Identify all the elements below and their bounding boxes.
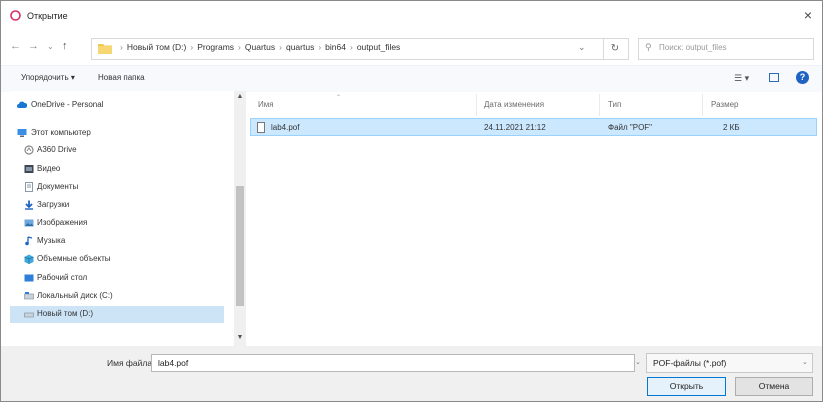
file-list: ⌃ Имя Дата изменения Тип Размер lab4.pof… xyxy=(241,91,821,346)
breadcrumb-separator-icon: › xyxy=(120,42,123,52)
a360-drive-icon xyxy=(24,145,34,155)
3d-objects-folder-icon xyxy=(24,254,34,264)
dialog-footer: Имя файла: lab4.pof ⌄ POF-файлы (*.pof) … xyxy=(1,346,822,401)
nav-item-pictures[interactable]: Изображения xyxy=(10,215,224,232)
nav-item-onedrive[interactable]: OneDrive - Personal xyxy=(10,97,224,114)
column-divider[interactable] xyxy=(599,94,600,116)
breadcrumb-item[interactable]: bin64 xyxy=(325,42,346,52)
refresh-icon[interactable]: ↻ xyxy=(602,38,629,60)
column-header-type[interactable]: Тип xyxy=(608,100,621,109)
breadcrumb-item[interactable]: Новый том (D:) xyxy=(127,42,187,52)
back-arrow-icon[interactable]: ← xyxy=(10,40,21,52)
breadcrumb-separator-icon: › xyxy=(279,42,282,52)
nav-item-new-volume-d[interactable]: Новый том (D:) xyxy=(10,306,224,323)
drive-icon xyxy=(24,312,34,318)
nav-item-label: Рабочий стол xyxy=(37,273,88,282)
window-title: Открытие xyxy=(27,11,68,21)
filename-input[interactable]: lab4.pof xyxy=(151,354,635,372)
nav-item-label: Документы xyxy=(37,182,79,191)
breadcrumb-separator-icon: › xyxy=(318,42,322,52)
file-name: lab4.pof xyxy=(271,123,300,132)
filename-label: Имя файла: xyxy=(107,358,155,368)
filter-value: POF-файлы (*.pof) xyxy=(653,358,727,368)
drive-icon xyxy=(24,292,34,300)
nav-item-local-disk-c[interactable]: Локальный диск (C:) xyxy=(10,288,224,305)
nav-item-a360-drive[interactable]: A360 Drive xyxy=(10,142,224,159)
forward-arrow-icon[interactable]: → xyxy=(28,40,39,52)
documents-folder-icon xyxy=(25,182,33,192)
nav-item-video[interactable]: Видео xyxy=(10,161,224,178)
address-bar[interactable]: › Новый том (D:) › Programs › Quartus › quartus… xyxy=(91,38,604,60)
nav-item-label: Изображения xyxy=(37,218,88,227)
video-folder-icon xyxy=(24,165,34,173)
organize-button[interactable]: Упорядочить ▾ xyxy=(21,73,75,82)
preview-pane-icon[interactable] xyxy=(769,73,779,82)
column-header-modified[interactable]: Дата изменения xyxy=(484,100,544,109)
breadcrumb-separator-icon: › xyxy=(238,42,241,52)
nav-item-label: Видео xyxy=(37,164,61,173)
title-bar: Открытие × xyxy=(1,1,822,31)
view-options-icon[interactable]: ☰ ▾ xyxy=(734,73,749,84)
search-placeholder: Поиск: output_files xyxy=(659,43,727,52)
nav-item-label: Локальный диск (C:) xyxy=(37,291,113,300)
nav-item-this-pc[interactable]: Этот компьютер xyxy=(10,125,224,142)
breadcrumb-separator-icon: › xyxy=(349,42,353,52)
column-divider[interactable] xyxy=(476,94,477,116)
open-file-dialog: Открытие × ← → ⌄ ↑ › Новый том (D:) › Progr… xyxy=(0,0,823,402)
new-folder-button[interactable]: Новая папка xyxy=(98,73,145,82)
column-divider[interactable] xyxy=(702,94,703,116)
breadcrumb-item[interactable]: Programs xyxy=(197,42,234,52)
breadcrumb-item[interactable]: Quartus xyxy=(245,42,275,52)
file-icon xyxy=(257,122,265,133)
breadcrumb: › Новый том (D:) › Programs › Quartus › quartus… xyxy=(116,42,400,52)
file-type-filter[interactable]: POF-файлы (*.pof) ⌄ xyxy=(646,353,813,373)
nav-item-label: OneDrive - Personal xyxy=(31,100,104,109)
recent-locations-icon[interactable]: ⌄ xyxy=(47,42,54,51)
address-row: ← → ⌄ ↑ › Новый том (D:) › Programs › Quartus… xyxy=(1,31,822,65)
search-icon: ⚲ xyxy=(645,42,652,52)
desktop-folder-icon xyxy=(24,274,34,282)
nav-item-label: Музыка xyxy=(37,236,66,245)
nav-item-label: Этот компьютер xyxy=(31,128,91,137)
nav-item-desktop[interactable]: Рабочий стол xyxy=(10,270,224,287)
nav-item-documents[interactable]: Документы xyxy=(10,179,224,196)
up-arrow-icon[interactable]: ↑ xyxy=(62,40,68,52)
breadcrumb-item[interactable]: output_files xyxy=(357,42,400,52)
cancel-button[interactable]: Отмена xyxy=(735,377,813,396)
filename-dropdown-icon[interactable]: ⌄ xyxy=(635,354,643,372)
breadcrumb-separator-icon: › xyxy=(190,42,194,52)
file-size: 2 КБ xyxy=(723,123,740,132)
music-folder-icon xyxy=(25,236,33,246)
breadcrumb-item[interactable]: quartus xyxy=(286,42,314,52)
computer-icon xyxy=(17,129,27,137)
nav-item-label: Загрузки xyxy=(37,200,70,209)
search-input[interactable]: ⚲ Поиск: output_files xyxy=(638,38,814,60)
pictures-folder-icon xyxy=(24,219,34,227)
chevron-down-icon[interactable]: ⌄ xyxy=(578,42,586,53)
table-row[interactable]: lab4.pof 24.11.2021 21:12 Файл "POF" 2 К… xyxy=(250,118,817,136)
navigation-pane: OneDrive - Personal Этот компьютер A360 … xyxy=(10,91,246,346)
nav-item-downloads[interactable]: Загрузки xyxy=(10,197,224,214)
cloud-icon xyxy=(17,101,27,108)
downloads-folder-icon xyxy=(25,200,33,210)
nav-item-label: A360 Drive xyxy=(37,145,77,154)
file-type: Файл "POF" xyxy=(608,123,653,132)
column-header-size[interactable]: Размер xyxy=(711,100,739,109)
command-bar: Упорядочить ▾ Новая папка ☰ ▾ ? xyxy=(1,65,822,92)
column-header-name[interactable]: Имя xyxy=(258,100,274,109)
nav-item-label: Объемные объекты xyxy=(37,254,111,263)
app-icon xyxy=(10,10,21,21)
folder-icon xyxy=(98,44,112,54)
file-modified: 24.11.2021 21:12 xyxy=(484,123,546,132)
chevron-down-icon: ⌄ xyxy=(802,359,808,366)
sort-indicator-icon: ⌃ xyxy=(336,95,342,101)
help-icon[interactable]: ? xyxy=(796,71,809,84)
nav-item-label: Новый том (D:) xyxy=(37,309,93,318)
close-icon[interactable]: × xyxy=(800,7,816,23)
filename-value: lab4.pof xyxy=(158,358,189,368)
open-button[interactable]: Открыть xyxy=(647,377,726,396)
nav-item-music[interactable]: Музыка xyxy=(10,233,224,250)
nav-item-3d-objects[interactable]: Объемные объекты xyxy=(10,251,224,268)
